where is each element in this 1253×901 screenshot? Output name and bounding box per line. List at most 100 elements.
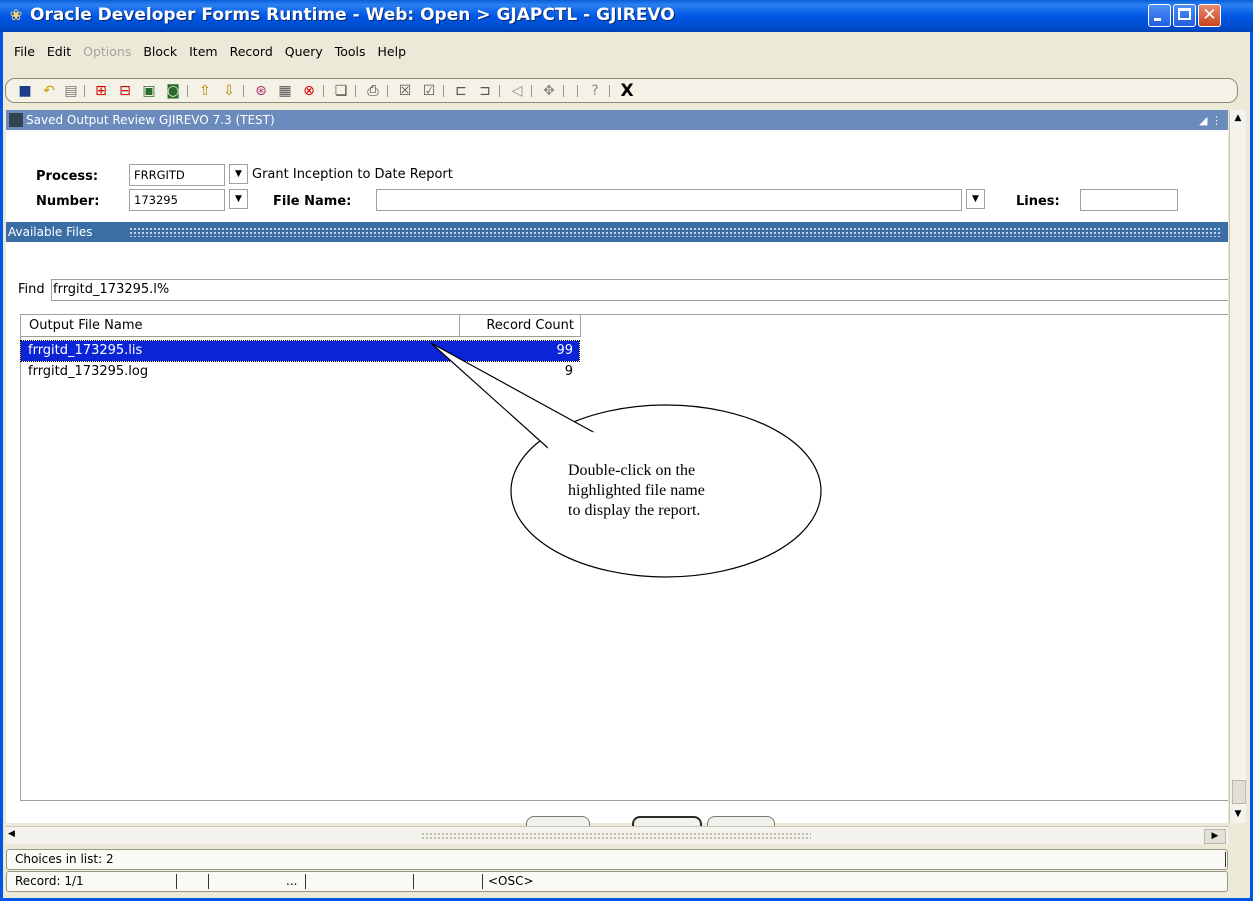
audio-icon[interactable]: ◁ — [508, 82, 526, 100]
file-name-cell: frrgitd_173295.lis — [28, 343, 143, 358]
menu-options[interactable]: Options — [83, 44, 131, 59]
status-divider — [305, 874, 306, 889]
form-resize-icon[interactable]: ◢ ⋮ — [1199, 111, 1222, 131]
form-icon — [9, 113, 23, 127]
scroll-thumb[interactable] — [421, 832, 811, 839]
file-name-cell: frrgitd_173295.log — [28, 364, 149, 379]
toolbar-separator — [84, 85, 85, 97]
close-button[interactable]: ✕ — [1198, 4, 1221, 27]
output-file-list[interactable]: Output File Name Record Count frrgitd_17… — [20, 314, 1228, 801]
previous-item-icon[interactable]: ⊏ — [452, 82, 470, 100]
number-field[interactable]: 173295 — [129, 189, 225, 211]
toolbar-separator — [187, 85, 188, 97]
status-divider — [413, 874, 414, 889]
process-description: Grant Inception to Date Report — [252, 167, 453, 182]
oracle-app-icon: ❀ — [9, 6, 23, 24]
find-label: Find — [18, 282, 45, 297]
column-header-output-file-name[interactable]: Output File Name — [21, 315, 460, 337]
execute-query-icon[interactable]: ⇩ — [220, 82, 238, 100]
next-item-icon[interactable]: ⊐ — [476, 82, 494, 100]
find-row: Find frrgitd_173295.l% — [18, 279, 1228, 301]
status-ellipsis: ... — [286, 874, 298, 888]
menu-bar: File Edit Options Block Item Record Quer… — [14, 44, 414, 62]
scroll-right-icon[interactable]: ▶ — [1204, 829, 1226, 844]
lines-field[interactable] — [1080, 189, 1178, 211]
status-message: Choices in list: 2 — [15, 852, 114, 866]
scroll-left-icon[interactable]: ◀ — [8, 829, 15, 839]
minimize-icon — [1154, 18, 1161, 21]
remove-record-icon[interactable]: ⊟ — [116, 82, 134, 100]
insert-record-icon[interactable]: ⊞ — [92, 82, 110, 100]
previous-block-icon[interactable]: ▣ — [140, 82, 158, 100]
callout-line: Double-click on the — [568, 462, 696, 479]
toolbar-separator — [355, 85, 356, 97]
column-header-record-count[interactable]: Record Count — [460, 315, 581, 337]
process-label: Process: — [36, 169, 99, 184]
title-bar: ❀ Oracle Developer Forms Runtime - Web: … — [0, 0, 1253, 32]
select-icon[interactable]: ▤ — [62, 82, 80, 100]
number-label: Number: — [36, 194, 100, 209]
duplicate-icon[interactable]: ❏ — [332, 82, 350, 100]
menu-tools[interactable]: Tools — [335, 44, 366, 59]
process-dropdown-button[interactable]: ▼ — [229, 164, 248, 184]
record-indicator: Record: 1/1 — [15, 874, 84, 888]
menu-file[interactable]: File — [14, 44, 35, 59]
number-dropdown-button[interactable]: ▼ — [229, 189, 248, 209]
clear-record-icon[interactable]: ▦ — [276, 82, 294, 100]
close-icon: ✕ — [1202, 5, 1217, 25]
list-item[interactable]: frrgitd_173295.log 9 — [21, 362, 579, 382]
record-count-cell: 99 — [556, 343, 573, 358]
toolbar-separator — [609, 85, 610, 97]
cancel-query-icon[interactable]: ⊛ — [252, 82, 270, 100]
next-block-icon[interactable]: ◙ — [164, 82, 182, 100]
export-icon[interactable]: ☒ — [396, 82, 414, 100]
available-files-header: Available Files — [6, 222, 1228, 242]
menu-item[interactable]: Item — [189, 44, 217, 59]
status-divider — [176, 874, 177, 889]
import-icon[interactable]: ☑ — [420, 82, 438, 100]
menu-help[interactable]: Help — [378, 44, 407, 59]
enter-query-icon[interactable]: ⇧ — [196, 82, 214, 100]
chevron-down-icon: ▼ — [235, 169, 242, 179]
menu-block[interactable]: Block — [143, 44, 177, 59]
print-icon[interactable]: ⎙ — [364, 82, 382, 100]
exit-button[interactable]: X — [618, 82, 636, 100]
block-header-pattern — [129, 227, 1222, 237]
minimize-button[interactable] — [1148, 4, 1171, 27]
menu-edit[interactable]: Edit — [47, 44, 71, 59]
file-name-dropdown-button[interactable]: ▼ — [966, 189, 985, 209]
maximize-button[interactable] — [1173, 4, 1196, 27]
count-hits-icon[interactable]: ⊗ — [300, 82, 318, 100]
horizontal-scrollbar[interactable]: ◀ ▶ — [6, 826, 1228, 844]
toolbar-separator — [387, 85, 388, 97]
toolbar-separator — [531, 85, 532, 97]
block-title: Available Files — [8, 225, 93, 239]
lines-label: Lines: — [1016, 194, 1060, 209]
toolbar-separator — [499, 85, 500, 97]
rollback-icon[interactable]: ↶ — [40, 82, 58, 100]
scroll-up-icon[interactable]: ▲ — [1230, 110, 1246, 126]
record-count-cell: 9 — [564, 364, 573, 379]
process-field[interactable]: FRRGITD — [129, 164, 225, 186]
scroll-thumb[interactable] — [1232, 780, 1246, 804]
menu-record[interactable]: Record — [230, 44, 273, 59]
maximize-icon[interactable]: ✥ — [540, 82, 558, 100]
find-input[interactable]: frrgitd_173295.l% — [51, 279, 1228, 301]
callout-text: Double-click on the highlighted file nam… — [568, 461, 768, 521]
window-title: Oracle Developer Forms Runtime - Web: Op… — [30, 5, 675, 25]
form-vertical-scrollbar[interactable]: ▲ ▼ — [1229, 110, 1246, 823]
form-header: Saved Output Review GJIREVO 7.3 (TEST) ◢… — [6, 110, 1228, 130]
menu-query[interactable]: Query — [285, 44, 323, 59]
list-item[interactable]: frrgitd_173295.lis 99 — [20, 340, 580, 362]
status-divider — [208, 874, 209, 889]
toolbar-separator — [323, 85, 324, 97]
help-icon[interactable]: ? — [586, 82, 604, 100]
scroll-down-icon[interactable]: ▼ — [1230, 806, 1246, 822]
save-icon[interactable]: ■ — [16, 82, 34, 100]
chevron-down-icon: ▼ — [972, 194, 979, 204]
file-name-field[interactable] — [376, 189, 962, 211]
form-title: Saved Output Review GJIREVO 7.3 (TEST) — [26, 113, 275, 127]
message-line: Choices in list: 2 — [6, 849, 1228, 870]
toolbar-separator — [563, 85, 564, 97]
toolbar-separator — [243, 85, 244, 97]
